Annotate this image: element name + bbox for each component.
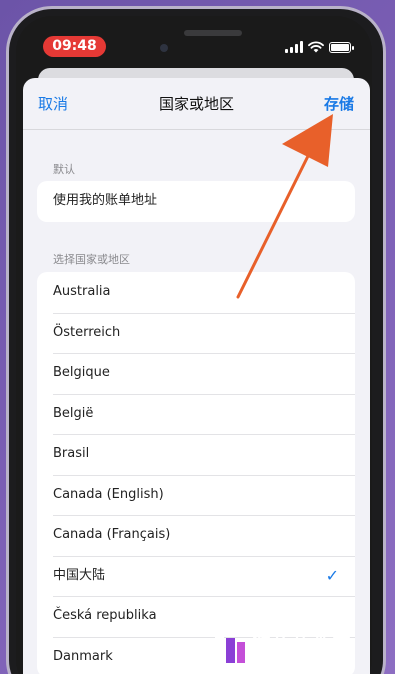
watermark: 润信软件园 SLOGAN: [214, 630, 374, 670]
row-label: België: [53, 405, 94, 421]
country-row-belgique[interactable]: Belgique: [37, 353, 355, 394]
row-label: Canada (Français): [53, 527, 171, 542]
row-label: Australia: [53, 284, 111, 299]
nav-bar: 取消 国家或地区 存储: [23, 78, 370, 130]
row-label: Canada (English): [53, 486, 164, 502]
country-row-belgie[interactable]: België: [37, 393, 355, 435]
country-row-canada-english[interactable]: Canada (English): [37, 474, 355, 516]
brand-logo-icon: [215, 636, 245, 663]
page-title: 国家或地区: [158, 95, 234, 113]
row-label: 使用我的账单地址: [53, 193, 158, 208]
row-label: Danmark: [53, 648, 113, 664]
country-row-canada-francais[interactable]: Canada (Français): [37, 515, 355, 556]
wifi-icon: [308, 41, 324, 53]
watermark-subtitle: SLOGAN: [286, 658, 318, 665]
save-button[interactable]: 存储: [324, 93, 354, 114]
watermark-title: 润信软件园: [252, 635, 353, 657]
row-label: 中国大陆: [53, 567, 106, 583]
default-group: 使用我的账单地址: [37, 181, 355, 222]
speaker-notch: [184, 30, 242, 36]
row-label: Brasil: [53, 446, 90, 461]
default-section-header: 默认: [53, 163, 75, 176]
camera-icon: [160, 44, 168, 52]
battery-icon: [329, 41, 354, 53]
checkmark-icon: ✓: [325, 565, 339, 585]
country-row-brasil[interactable]: Brasil: [37, 434, 355, 475]
country-row-china-mainland[interactable]: 中国大陆 ✓: [37, 555, 355, 597]
use-billing-address-row[interactable]: 使用我的账单地址: [37, 181, 355, 222]
country-row-australia[interactable]: Australia: [37, 272, 355, 313]
row-label: Belgique: [53, 365, 110, 380]
country-region-sheet: 取消 国家或地区 存储 默认 使用我的账单地址 选择国家或地区 Australi…: [23, 78, 370, 674]
row-label: Österreich: [53, 324, 121, 340]
country-row-osterreich[interactable]: Österreich: [37, 312, 355, 354]
country-section-header: 选择国家或地区: [53, 253, 130, 266]
status-icons: [285, 40, 354, 54]
row-label: Česká republika: [53, 608, 157, 623]
status-time: 09:48: [43, 36, 106, 57]
country-list: Australia Österreich Belgique België Bra…: [37, 272, 355, 674]
signal-icon: [285, 41, 303, 53]
